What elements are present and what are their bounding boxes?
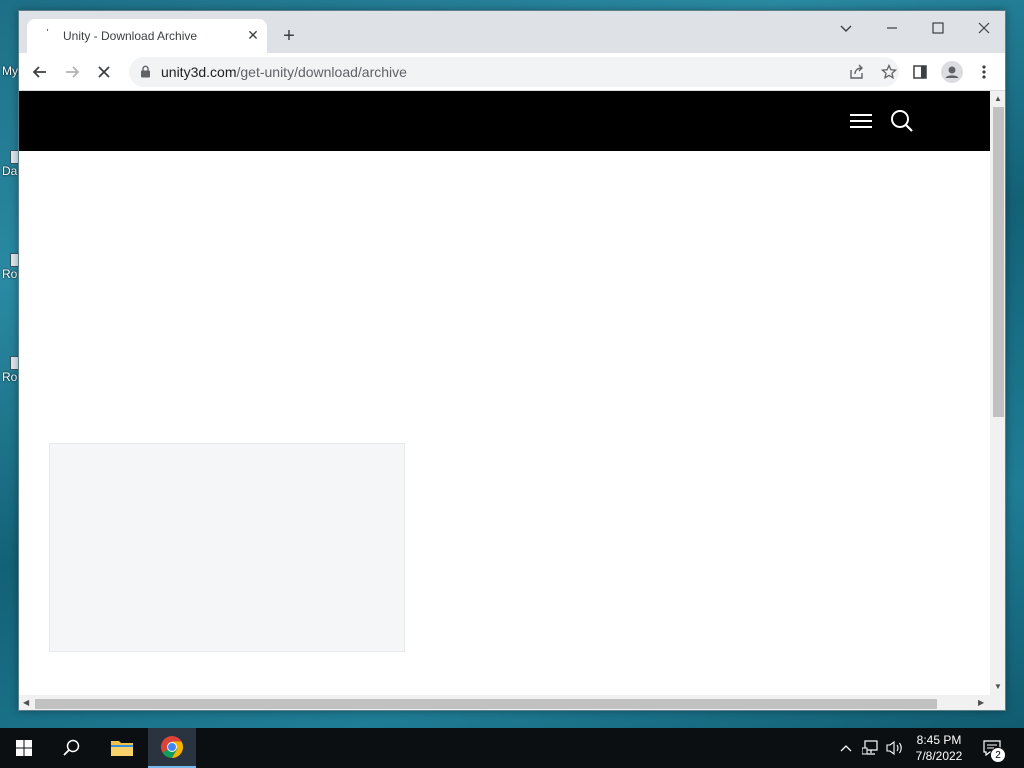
speaker-icon xyxy=(886,740,902,756)
desktop-icon-my[interactable]: My xyxy=(0,64,20,78)
windows-logo-icon xyxy=(16,740,32,756)
system-clock[interactable]: 8:45 PM 7/8/2022 xyxy=(906,732,972,764)
taskbar: 8:45 PM 7/8/2022 2 xyxy=(0,728,1024,768)
folder-icon xyxy=(111,741,133,756)
scroll-down-icon[interactable]: ▼ xyxy=(994,682,1002,692)
forward-button[interactable] xyxy=(60,60,84,84)
close-icon xyxy=(978,22,990,34)
scroll-up-icon[interactable]: ▲ xyxy=(994,94,1002,104)
scroll-right-icon[interactable]: ▶ xyxy=(978,698,984,708)
tab-unity-download-archive[interactable]: Unity - Download Archive ✕ xyxy=(27,19,267,53)
search-icon[interactable] xyxy=(890,109,914,133)
arrow-right-icon xyxy=(66,66,80,78)
chrome-menu-button[interactable] xyxy=(972,60,996,84)
scroll-left-icon[interactable]: ◀ xyxy=(23,698,29,708)
tab-search-button[interactable] xyxy=(823,13,869,43)
notification-count-badge: 2 xyxy=(990,747,1006,763)
tab-title: Unity - Download Archive xyxy=(63,29,198,43)
chevron-up-icon xyxy=(840,745,852,752)
site-header xyxy=(19,91,990,151)
horizontal-scrollbar[interactable]: ◀ ▶ xyxy=(19,695,1005,710)
chevron-down-icon xyxy=(840,25,852,32)
desktop-icon-ro-2[interactable]: Ro xyxy=(0,356,22,384)
vertical-scrollbar[interactable]: ▲ ▼ xyxy=(990,91,1005,695)
search-icon xyxy=(63,739,80,756)
browser-toolbar: unity3d.com/get-unity/download/archive xyxy=(19,53,1005,91)
show-hidden-icons-button[interactable] xyxy=(836,738,856,758)
network-icon xyxy=(862,740,878,755)
loading-placeholder-card xyxy=(49,443,405,652)
desktop-icon-da[interactable]: Da xyxy=(0,150,22,178)
minimize-icon xyxy=(887,27,897,29)
maximize-icon xyxy=(932,22,944,34)
url-text: unity3d.com/get-unity/download/archive xyxy=(161,64,407,80)
side-panel-button[interactable] xyxy=(908,60,932,84)
page-viewport xyxy=(19,91,990,695)
horizontal-scroll-thumb[interactable] xyxy=(35,699,937,709)
stop-loading-button[interactable] xyxy=(92,60,116,84)
vertical-scroll-thumb[interactable] xyxy=(993,107,1004,417)
browser-window: Unity - Download Archive ✕ + unity3d.com… xyxy=(18,10,1006,711)
new-tab-button[interactable]: + xyxy=(277,25,301,49)
loading-favicon-icon xyxy=(46,29,49,32)
arrow-left-icon xyxy=(32,66,46,78)
desktop-icon-ro-1[interactable]: Ro xyxy=(0,253,22,281)
star-icon[interactable] xyxy=(881,64,897,80)
start-button[interactable] xyxy=(0,728,48,768)
hamburger-menu-icon[interactable] xyxy=(850,113,872,129)
tab-strip: Unity - Download Archive ✕ + xyxy=(19,11,1005,53)
close-window-button[interactable] xyxy=(961,13,1005,43)
lock-icon xyxy=(141,65,150,78)
avatar-icon xyxy=(941,61,963,83)
minimize-button[interactable] xyxy=(869,13,915,43)
back-button[interactable] xyxy=(28,60,52,84)
tab-close-icon[interactable]: ✕ xyxy=(245,27,261,43)
kebab-menu-icon xyxy=(982,65,986,79)
clock-time: 8:45 PM xyxy=(916,733,962,747)
close-icon xyxy=(98,66,110,78)
address-bar[interactable]: unity3d.com/get-unity/download/archive xyxy=(129,57,899,87)
maximize-button[interactable] xyxy=(915,13,961,43)
taskbar-search-button[interactable] xyxy=(48,728,96,768)
side-panel-icon xyxy=(913,65,927,79)
clock-date: 7/8/2022 xyxy=(915,749,963,763)
share-icon[interactable] xyxy=(849,64,865,80)
chrome-logo-icon xyxy=(161,736,183,758)
url-domain: unity3d.com xyxy=(161,64,237,80)
chrome-taskbar-button[interactable] xyxy=(148,728,196,768)
url-path: /get-unity/download/archive xyxy=(236,64,407,80)
file-explorer-button[interactable] xyxy=(98,728,146,768)
network-button[interactable] xyxy=(861,738,881,758)
profile-button[interactable] xyxy=(940,60,964,84)
volume-button[interactable] xyxy=(885,738,905,758)
